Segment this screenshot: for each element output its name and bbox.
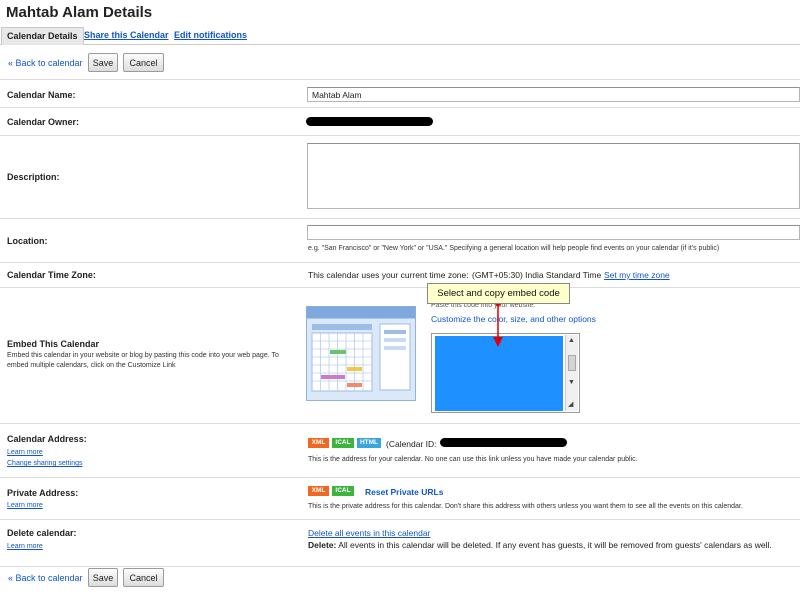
tab-bar: Calendar Details Share this Calendar Edi…	[0, 27, 800, 45]
time-zone-row: Calendar Time Zone: This calendar uses y…	[0, 262, 800, 287]
embed-tooltip: Select and copy embed code	[427, 283, 570, 304]
delete-all-events-link[interactable]: Delete all events in this calendar	[308, 528, 430, 538]
calendar-id-label: (Calendar ID:	[386, 439, 437, 449]
delete-calendar-note: Delete: All events in this calendar will…	[308, 540, 772, 550]
private-address-row: Private Address: Learn more XML ICAL Res…	[0, 477, 800, 519]
description-row: Description:	[0, 135, 800, 218]
save-button[interactable]: Save	[88, 53, 118, 72]
tab-calendar-details[interactable]: Calendar Details	[1, 27, 84, 45]
delete-note-text: All events in this calendar will be dele…	[338, 540, 772, 550]
set-time-zone-link[interactable]: Set my time zone	[604, 270, 670, 280]
calendar-address-learn-more[interactable]: Learn more	[7, 448, 43, 458]
scroll-up-icon[interactable]: ▲	[568, 337, 575, 345]
delete-calendar-row: Delete calendar: Learn more Delete all e…	[0, 519, 800, 559]
ical-badge[interactable]: ICAL	[332, 438, 354, 448]
description-label: Description:	[7, 172, 60, 182]
delete-note-bold: Delete:	[308, 540, 337, 550]
location-label: Location:	[7, 236, 48, 246]
reset-private-urls-link[interactable]: Reset Private URLs	[365, 487, 443, 497]
change-sharing-settings-link[interactable]: Change sharing settings	[7, 459, 83, 469]
calendar-address-note: This is the address for your calendar. N…	[308, 456, 638, 463]
private-address-note: This is the private address for this cal…	[308, 503, 743, 510]
bottom-back-to-calendar-link[interactable]: « Back to calendar	[8, 573, 83, 583]
time-zone-text: This calendar uses your current time zon…	[308, 270, 469, 280]
embed-scrollbar[interactable]: ▲ ▼ ◢	[565, 335, 578, 411]
calendar-owner-row: Calendar Owner:	[0, 107, 800, 135]
delete-calendar-learn-more[interactable]: Learn more	[7, 542, 43, 552]
scroll-down-icon[interactable]: ▼	[568, 379, 575, 387]
redacted-owner-email	[306, 117, 433, 126]
calendar-address-label: Calendar Address:	[7, 434, 87, 444]
delete-calendar-label: Delete calendar:	[7, 528, 77, 538]
calendar-name-input[interactable]	[307, 87, 800, 102]
embed-label: Embed This Calendar	[7, 339, 100, 349]
resize-grip-icon: ◢	[568, 401, 574, 408]
private-xml-badge[interactable]: XML	[308, 486, 329, 496]
location-row: Location: e.g. "San Francisco" or "New Y…	[0, 218, 800, 262]
page-title: Mahtab Alam Details	[6, 4, 153, 21]
private-address-learn-more[interactable]: Learn more	[7, 501, 43, 511]
time-zone-label: Calendar Time Zone:	[7, 270, 96, 280]
calendar-address-row: Calendar Address: Learn more Change shar…	[0, 423, 800, 477]
calendar-owner-label: Calendar Owner:	[7, 117, 80, 127]
customize-embed-link[interactable]: Customize the color, size, and other opt…	[431, 314, 596, 324]
xml-badge[interactable]: XML	[308, 438, 329, 448]
embed-help-text: Embed this calendar in your website or b…	[7, 352, 279, 369]
bottom-cancel-button[interactable]: Cancel	[123, 568, 164, 587]
private-ical-badge[interactable]: ICAL	[332, 486, 354, 496]
time-zone-value: (GMT+05:30) India Standard Time	[472, 270, 602, 280]
pointer-arrow-icon	[493, 300, 503, 347]
cancel-button[interactable]: Cancel	[123, 53, 164, 72]
tab-share-calendar[interactable]: Share this Calendar	[84, 27, 169, 45]
description-textarea[interactable]	[307, 143, 800, 209]
calendar-name-label: Calendar Name:	[7, 90, 76, 100]
top-action-bar: « Back to calendar Save Cancel	[0, 53, 800, 73]
private-address-label: Private Address:	[7, 488, 79, 498]
embed-code-textarea[interactable]: ▲ ▼ ◢	[431, 333, 580, 413]
redacted-calendar-id	[440, 438, 567, 447]
bottom-save-button[interactable]: Save	[88, 568, 118, 587]
tab-edit-notifications[interactable]: Edit notifications	[174, 27, 247, 45]
html-badge[interactable]: HTML	[357, 438, 381, 448]
calendar-illustration-icon	[306, 306, 416, 401]
location-input[interactable]	[307, 225, 800, 240]
scroll-thumb[interactable]	[568, 355, 576, 371]
bottom-action-bar: « Back to calendar Save Cancel	[0, 566, 800, 587]
location-hint: e.g. "San Francisco" or "New York" or "U…	[308, 245, 720, 252]
back-to-calendar-link[interactable]: « Back to calendar	[8, 58, 83, 68]
calendar-name-row: Calendar Name:	[0, 79, 800, 107]
